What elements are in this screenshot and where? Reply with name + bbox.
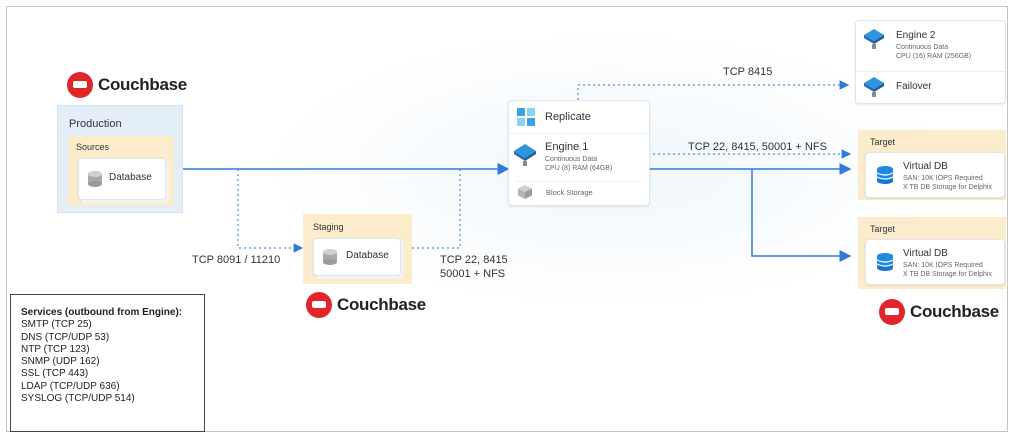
production-database-label: Database [109, 172, 152, 183]
engine-2-card[interactable]: Engine 2 Continuous Data CPU (16) RAM (2… [855, 20, 1006, 104]
services-box: Services (outbound from Engine): SMTP (T… [10, 294, 205, 432]
replicate-label: Replicate [545, 111, 591, 123]
flow-to-target-2 [751, 169, 852, 262]
services-header: Services (outbound from Engine): [21, 307, 183, 318]
virtual-db-1-name: Virtual DB [903, 161, 948, 172]
edge-label-to-failover: TCP 8415 [723, 66, 773, 78]
database-icon [88, 171, 102, 187]
engine-1-card[interactable]: Replicate Engine 1 Continuous Data CPU (… [508, 100, 650, 206]
services-item: DNS (TCP/UDP 53) [21, 331, 110, 343]
sources-title: Sources [76, 142, 110, 152]
sources-panel: Sources Database [68, 136, 174, 206]
virtual-db-1-line2: X TB DB Storage for Delphix [903, 184, 992, 191]
flow-to-staging [237, 169, 304, 253]
virtual-db-icon [876, 253, 894, 271]
engine-1-line2: CPU (8) RAM (64GB) [545, 165, 613, 172]
couchbase-logo-icon [306, 292, 332, 318]
flow-to-failover [577, 80, 850, 100]
couchbase-logo-icon [67, 72, 93, 98]
engine-2-divider [856, 71, 1005, 72]
couchbase-logo-staging: Couchbase [306, 292, 426, 318]
target-panel-2: Target Virtual DB SAN: 10K IOPS Required… [858, 217, 1006, 289]
staging-database-label: Database [346, 250, 389, 261]
failover-label: Failover [896, 81, 932, 92]
database-icon [323, 249, 337, 265]
services-item: SSL (TCP 443) [21, 368, 89, 380]
services-item: LDAP (TCP/UDP 636) [21, 380, 120, 392]
services-item: SMTP (TCP 25) [21, 319, 92, 331]
virtual-db-2-name: Virtual DB [903, 248, 948, 259]
couchbase-logo-icon [879, 299, 905, 325]
replicate-icon [517, 108, 535, 126]
couchbase-logo-production: Couchbase [67, 72, 187, 98]
couchbase-logo-text: Couchbase [337, 295, 426, 314]
services-item: NTP (TCP 123) [21, 343, 90, 355]
block-storage-icon [518, 185, 532, 199]
replicate-row: Replicate [509, 101, 649, 134]
services-item: SNMP (UDP 162) [21, 356, 100, 368]
couchbase-logo-text: Couchbase [98, 75, 187, 94]
production-database-card[interactable]: Database [78, 158, 166, 200]
staging-database-card[interactable]: Database [313, 238, 401, 276]
target-panel-1: Target Virtual DB SAN: 10K IOPS Required… [858, 130, 1006, 200]
engine-1-name: Engine 1 [545, 141, 589, 153]
virtual-db-icon [876, 166, 894, 184]
engine-icon [864, 29, 884, 49]
engine-icon [514, 144, 536, 166]
staging-panel: Staging Database [303, 214, 412, 284]
target-2-title: Target [870, 224, 896, 234]
staging-title: Staging [313, 222, 344, 232]
virtual-db-card-1[interactable]: Virtual DB SAN: 10K IOPS Required X TB D… [865, 152, 1005, 198]
edge-label-to-target: TCP 22, 8415, 50001 + NFS [688, 141, 827, 153]
engine-2-name: Engine 2 [896, 30, 936, 41]
edge-label-to-staging: TCP 8091 / 11210 [192, 254, 281, 266]
engine-divider [517, 181, 641, 182]
flow-staging-to-engine [412, 169, 461, 249]
virtual-db-card-2[interactable]: Virtual DB SAN: 10K IOPS Required X TB D… [865, 239, 1005, 285]
couchbase-logo-target: Couchbase [879, 299, 999, 325]
block-storage-label: Block Storage [546, 188, 593, 197]
edge-label-staging-engine-1: TCP 22, 8415 [440, 254, 508, 266]
engine-2-line2: CPU (16) RAM (256GB) [896, 53, 972, 60]
couchbase-logo-text: Couchbase [910, 302, 999, 321]
production-title: Production [69, 118, 122, 130]
target-1-title: Target [870, 137, 896, 147]
production-panel: Production Sources Database [57, 105, 183, 213]
failover-icon [864, 77, 884, 97]
virtual-db-2-line2: X TB DB Storage for Delphix [903, 271, 992, 278]
services-item: SYSLOG (TCP/UDP 514) [21, 393, 135, 405]
edge-label-staging-engine-2: 50001 + NFS [440, 268, 506, 280]
